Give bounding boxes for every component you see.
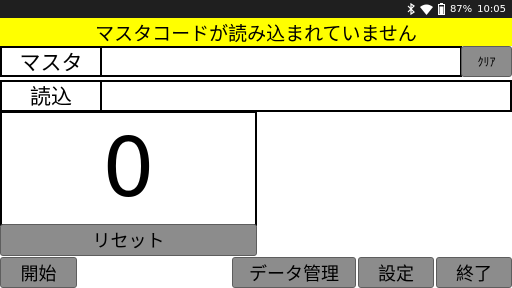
exit-button[interactable]: 終了	[436, 257, 512, 288]
wifi-icon	[419, 4, 433, 15]
read-label: 読込	[0, 80, 102, 112]
master-label: マスタ	[0, 46, 102, 77]
clock: 10:05	[477, 3, 506, 15]
counter-display: 0	[0, 111, 257, 226]
status-bar: 87% 10:05	[0, 0, 512, 18]
read-field[interactable]	[100, 80, 512, 112]
data-management-button[interactable]: データ管理	[232, 257, 356, 288]
bluetooth-icon	[407, 3, 415, 15]
battery-icon	[437, 3, 445, 15]
status-icons: 87% 10:05	[407, 0, 506, 18]
start-button[interactable]: 開始	[0, 257, 77, 288]
clear-button[interactable]: ｸﾘｱ	[461, 46, 512, 77]
battery-level: 87%	[449, 3, 473, 15]
settings-button[interactable]: 設定	[358, 257, 434, 288]
master-field[interactable]	[100, 46, 462, 77]
warning-banner: マスタコードが読み込まれていません	[0, 18, 512, 46]
reset-button[interactable]: リセット	[0, 224, 257, 256]
